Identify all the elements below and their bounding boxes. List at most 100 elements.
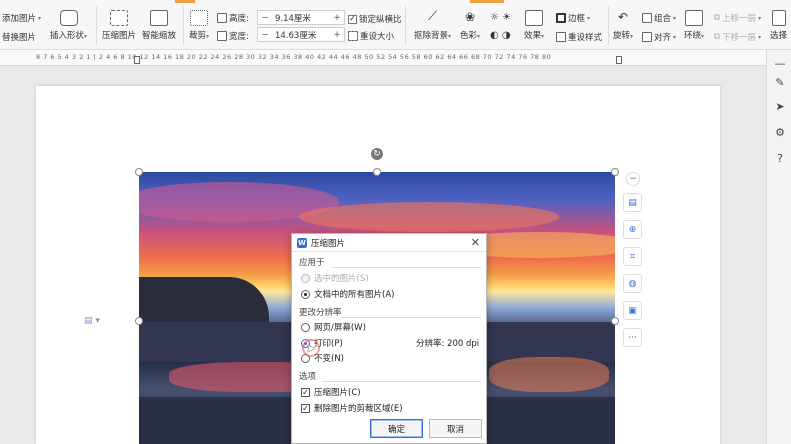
- pointer-icon[interactable]: ➤: [774, 101, 786, 113]
- ok-button[interactable]: 确定: [370, 419, 423, 438]
- brightness-buttons[interactable]: ☼ ☀: [490, 12, 511, 23]
- compress-icon: [110, 10, 128, 26]
- radio-icon: [301, 273, 310, 283]
- divider: [183, 6, 184, 44]
- divider: [96, 6, 97, 44]
- crop-icon: [190, 10, 209, 26]
- brightness-icon[interactable]: ☼ ☀: [490, 12, 511, 23]
- resize-handle[interactable]: [373, 168, 381, 176]
- checkbox-checked-icon: ✓: [301, 403, 310, 413]
- contrast-icon[interactable]: ◐ ◑: [490, 30, 511, 41]
- replace-image-button[interactable]: 替换图片: [2, 31, 36, 43]
- mouse-cursor-icon: ➤: [306, 342, 316, 355]
- remove-background-button[interactable]: ⟋ 抠除背景▾: [414, 9, 451, 42]
- image-scale-icon: [150, 10, 168, 26]
- border-button[interactable]: 边框 ▾: [556, 12, 590, 24]
- option-selected-image[interactable]: 选中的图片(S): [301, 272, 369, 284]
- dialog-titlebar: W 压缩图片 ✕: [292, 234, 486, 252]
- option-web-screen[interactable]: 网页/屏幕(W): [301, 321, 366, 333]
- reset-style-icon: [556, 32, 566, 42]
- height-input[interactable]: − 9.14厘米 +: [257, 10, 345, 25]
- send-backward-button[interactable]: ⧉ 下移一层 ▾: [714, 31, 761, 43]
- compress-images-checkbox[interactable]: ✓ 压缩图片(C): [301, 386, 361, 398]
- combine-button[interactable]: 组合 ▾: [642, 12, 676, 24]
- contrast-buttons[interactable]: ◐ ◑: [490, 30, 511, 41]
- width-label: 宽度:: [217, 30, 249, 42]
- smart-scale-button[interactable]: 智能缩放: [142, 10, 176, 41]
- reset-size-icon: [348, 31, 358, 41]
- tab-highlight: [175, 0, 195, 3]
- send-backward-icon: ⧉: [714, 32, 721, 42]
- rotate-handle-icon[interactable]: ↻: [371, 148, 383, 160]
- reset-style-button[interactable]: 重设样式: [556, 31, 602, 43]
- help-icon[interactable]: ?: [774, 153, 786, 165]
- decrease-width-button[interactable]: −: [258, 30, 272, 40]
- resize-handle[interactable]: [135, 317, 143, 325]
- align-button[interactable]: 对齐 ▾: [642, 31, 676, 43]
- insert-shape-button[interactable]: 插入形状▾: [50, 10, 87, 41]
- effects-button[interactable]: 效果▾: [524, 10, 544, 41]
- settings-sliders-icon[interactable]: ⚙: [774, 127, 786, 139]
- increase-height-button[interactable]: +: [330, 13, 344, 23]
- options-section-label: 选项: [299, 372, 317, 382]
- rotate-icon: ↶: [617, 10, 629, 24]
- collapse-tools-icon[interactable]: −: [626, 172, 640, 186]
- collapse-icon[interactable]: —: [774, 58, 786, 70]
- radio-selected-icon: [301, 289, 310, 299]
- divider: [342, 317, 481, 318]
- add-image-button[interactable]: 添加图片 ▾: [2, 12, 41, 24]
- select-icon: [771, 10, 786, 26]
- bring-forward-button[interactable]: ⧉ 上移一层 ▾: [714, 12, 761, 24]
- resolution-section-label: 更改分辨率: [299, 308, 342, 318]
- bring-forward-icon: ⧉: [714, 13, 721, 23]
- checkbox-checked-icon: ✓: [348, 14, 357, 24]
- layout-options-icon[interactable]: ▤ ▾: [84, 316, 100, 326]
- decrease-height-button[interactable]: −: [258, 13, 272, 23]
- divider: [332, 267, 481, 268]
- close-icon[interactable]: ✕: [471, 236, 480, 249]
- image-reflection: [489, 357, 609, 392]
- wrap-button[interactable]: 环绕▾: [684, 10, 704, 41]
- resize-handle[interactable]: [611, 168, 619, 176]
- indent-marker[interactable]: [616, 56, 622, 64]
- radio-icon: [301, 322, 310, 332]
- resize-handle[interactable]: [135, 168, 143, 176]
- divider: [608, 6, 609, 44]
- shape-icon: [59, 10, 78, 26]
- select-button[interactable]: 选择: [770, 10, 787, 41]
- delete-crop-area-checkbox[interactable]: ✓ 删除图片的剪裁区域(E): [301, 402, 403, 414]
- option-all-images[interactable]: 文档中的所有图片(A): [301, 288, 394, 300]
- indent-marker[interactable]: [134, 56, 140, 64]
- combine-icon: [642, 13, 652, 23]
- layout-wrap-icon[interactable]: ▤: [623, 193, 642, 212]
- picture-icon[interactable]: ▣: [623, 301, 642, 320]
- horizontal-ruler[interactable]: 8 7 6 5 4 3 2 1 | 2 4 6 8 10 12 14 16 18…: [0, 50, 766, 66]
- color-button[interactable]: ❀ 色彩▾: [460, 10, 480, 41]
- rotate-button[interactable]: ↶ 旋转▾: [613, 10, 633, 41]
- magic-wand-icon: ⟋: [427, 9, 438, 24]
- resize-handle[interactable]: [611, 317, 619, 325]
- width-input[interactable]: − 14.63厘米 +: [257, 27, 345, 42]
- tab-highlight: [470, 0, 504, 3]
- height-icon: [217, 13, 227, 23]
- width-icon: [217, 31, 227, 41]
- more-icon[interactable]: ···: [623, 328, 642, 347]
- lock-ratio-checkbox[interactable]: ✓ 锁定纵横比: [348, 13, 402, 25]
- increase-width-button[interactable]: +: [330, 30, 344, 40]
- bulb-icon[interactable]: ◍: [623, 274, 642, 293]
- compress-image-button[interactable]: 压缩图片: [102, 10, 136, 41]
- checkbox-checked-icon: ✓: [301, 387, 310, 397]
- height-label: 高度:: [217, 12, 249, 24]
- crop-icon[interactable]: ⌗: [623, 247, 642, 266]
- divider: [322, 381, 481, 382]
- zoom-icon[interactable]: ⊕: [623, 220, 642, 239]
- dialog-title: 压缩图片: [311, 238, 346, 249]
- cancel-button[interactable]: 取消: [429, 419, 482, 438]
- pen-icon[interactable]: ✎: [774, 77, 786, 89]
- reset-size-button[interactable]: 重设大小: [348, 30, 394, 42]
- chevron-down-icon: ▾: [38, 14, 42, 22]
- crop-button[interactable]: 裁剪▾: [189, 10, 209, 41]
- border-icon: [556, 13, 566, 23]
- effects-icon: [525, 10, 544, 26]
- text-wrap-icon: [685, 10, 704, 26]
